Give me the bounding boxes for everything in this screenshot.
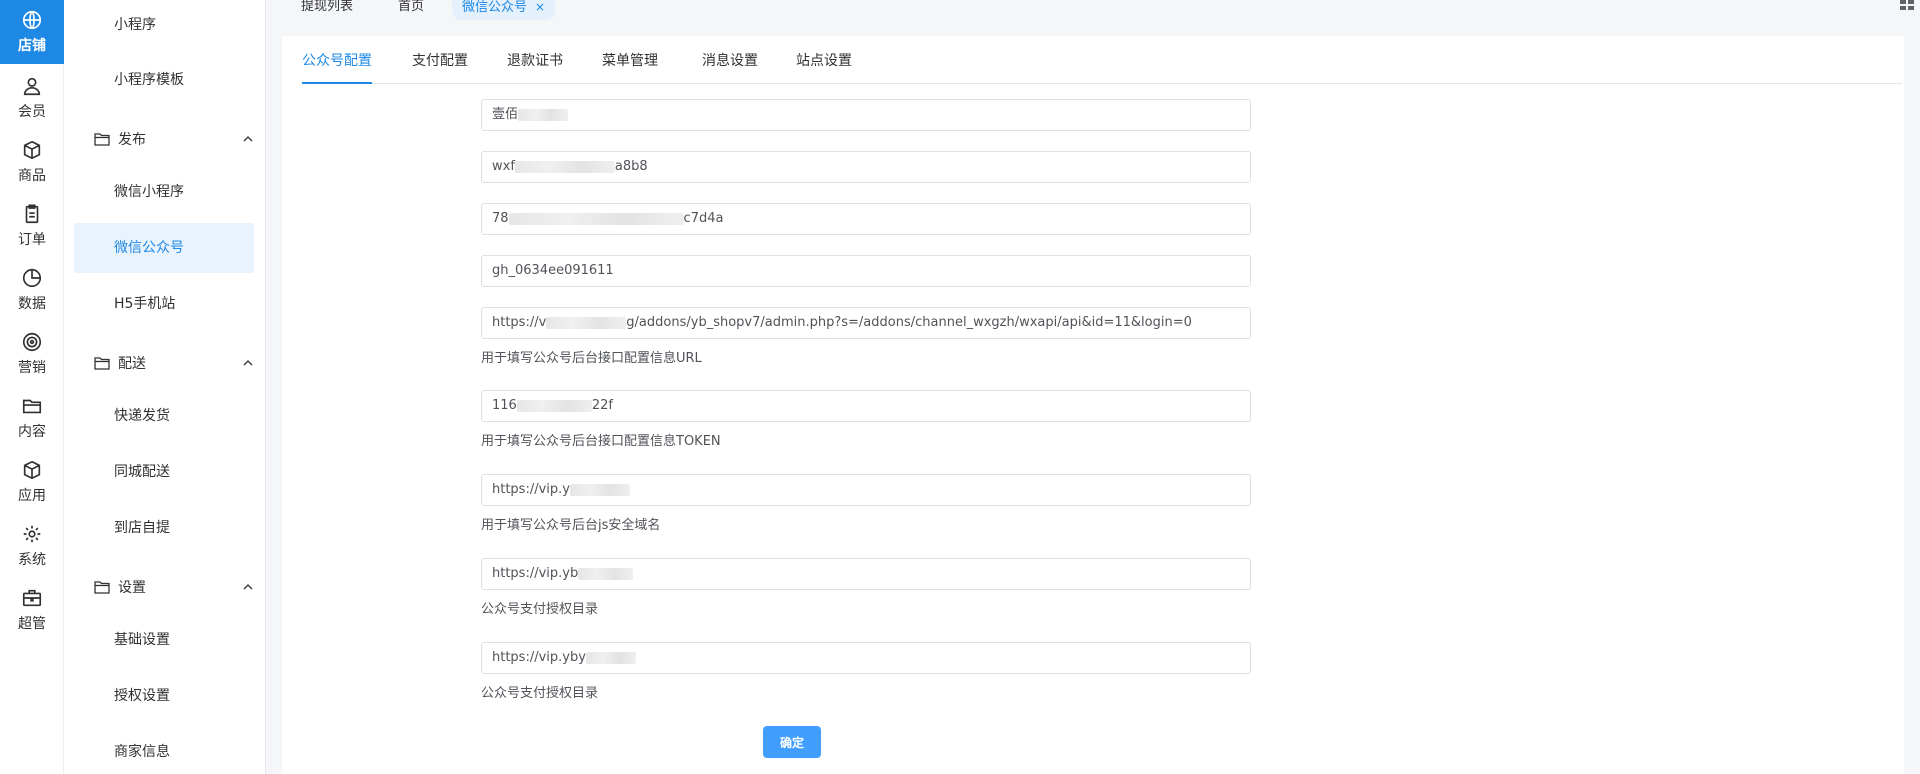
folder-icon	[94, 133, 110, 146]
page-tabs: 提现列表 首页 微信公众号 ×	[266, 0, 1920, 20]
rail-label: 内容	[18, 424, 46, 440]
grid-icon[interactable]	[1900, 0, 1914, 10]
gear-icon	[23, 525, 41, 543]
js-domain-input[interactable]	[481, 474, 1251, 506]
tab-label: 微信公众号	[462, 0, 528, 15]
rail-label: 应用	[18, 488, 46, 504]
subnav-group-publish[interactable]: 发布	[94, 119, 265, 159]
rail-item-content[interactable]: 内容	[0, 386, 64, 450]
folder-icon	[22, 399, 42, 414]
pay-dir-android-help: 公众号支付授权目录	[481, 602, 599, 617]
app-rail: 店铺 会员 商品 订单 数据 营销 内容 应用 系统 超管	[0, 0, 64, 774]
rail-label: 店铺	[18, 38, 46, 54]
box-icon	[23, 140, 41, 160]
folder-icon	[94, 581, 110, 594]
config-tabs: 公众号配置 支付配置 退款证书 菜单管理 消息设置 站点设置	[302, 48, 1902, 84]
appid-input[interactable]	[481, 151, 1251, 183]
rail-label: 超管	[18, 616, 46, 632]
subnav-item-wechat-mini[interactable]: 微信小程序	[74, 167, 254, 217]
rail-item-data[interactable]: 数据	[0, 258, 64, 322]
subnav-item-mini-program[interactable]: 小程序	[74, 0, 254, 50]
chevron-up-icon	[243, 584, 253, 590]
rail-item-superadmin[interactable]: 超管	[0, 578, 64, 642]
chevron-up-icon	[243, 136, 253, 142]
subnav-item-basic-settings[interactable]: 基础设置	[74, 615, 254, 665]
store-icon	[22, 10, 42, 30]
subnav-item-merchant-info[interactable]: 商家信息	[74, 727, 254, 774]
rail-item-orders[interactable]: 订单	[0, 194, 64, 258]
rail-item-apps[interactable]: 应用	[0, 450, 64, 514]
api-url-help: 用于填写公众号后台接口配置信息URL	[481, 351, 702, 366]
rail-label: 商品	[18, 168, 46, 184]
rail-label: 会员	[18, 104, 46, 120]
subnav-item-mini-program-template[interactable]: 小程序模板	[74, 55, 254, 105]
app-secret-input[interactable]	[481, 203, 1251, 235]
js-domain-help: 用于填写公众号后台js安全域名	[481, 518, 661, 533]
target-icon	[22, 332, 42, 352]
tab-site-settings[interactable]: 站点设置	[796, 48, 852, 84]
subnav-item-express[interactable]: 快递发货	[74, 391, 254, 441]
tab-label: 提现列表	[301, 0, 354, 14]
rail-label: 订单	[18, 232, 46, 248]
user-icon	[23, 77, 41, 96]
tab-menu-manage[interactable]: 菜单管理	[602, 48, 658, 84]
toolbox-icon	[22, 589, 42, 607]
subnav-item-city-delivery[interactable]: 同城配送	[74, 447, 254, 497]
sub-sidebar: 小程序 小程序模板 发布 微信小程序 微信公众号 H5手机站 配送 快递发货 同…	[64, 0, 266, 774]
clipboard-icon	[25, 204, 39, 224]
pay-dir-iphone-help: 公众号支付授权目录	[481, 686, 599, 701]
rail-item-store[interactable]: 店铺	[0, 0, 64, 64]
subnav-group-settings[interactable]: 设置	[94, 567, 265, 607]
subnav-item-h5-site[interactable]: H5手机站	[74, 279, 254, 329]
cube-icon	[23, 460, 41, 480]
api-url-input[interactable]	[481, 307, 1251, 339]
account-name-input[interactable]	[481, 99, 1251, 131]
original-id-input[interactable]	[481, 255, 1251, 287]
tab-message-settings[interactable]: 消息设置	[702, 48, 758, 84]
page-tab-home[interactable]: 首页	[388, 0, 434, 20]
tab-label: 首页	[398, 0, 425, 14]
page-tab-withdraw-list[interactable]: 提现列表	[291, 0, 363, 20]
subnav-group-delivery[interactable]: 配送	[94, 343, 265, 383]
tab-refund-cert[interactable]: 退款证书	[507, 48, 563, 84]
tab-official-config[interactable]: 公众号配置	[302, 48, 372, 84]
group-label: 配送	[118, 356, 146, 372]
rail-label: 营销	[18, 360, 46, 376]
chevron-up-icon	[243, 360, 253, 366]
group-label: 设置	[118, 580, 146, 596]
token-help: 用于填写公众号后台接口配置信息TOKEN	[481, 434, 721, 449]
token-input[interactable]	[481, 390, 1251, 422]
close-icon[interactable]: ×	[535, 0, 545, 14]
pie-chart-icon	[22, 268, 42, 288]
group-label: 发布	[118, 132, 146, 148]
submit-button[interactable]: 确定	[763, 726, 821, 758]
subnav-item-wechat-official[interactable]: 微信公众号	[74, 223, 254, 273]
main-card: 公众号配置 支付配置 退款证书 菜单管理 消息设置 站点设置 公众号名称壹佰AP…	[282, 36, 1904, 774]
rail-item-goods[interactable]: 商品	[0, 130, 64, 194]
pay-dir-android-input[interactable]	[481, 558, 1251, 590]
rail-label: 系统	[18, 552, 46, 568]
pay-dir-iphone-input[interactable]	[481, 642, 1251, 674]
rail-label: 数据	[18, 296, 46, 312]
subnav-item-auth-settings[interactable]: 授权设置	[74, 671, 254, 721]
rail-item-marketing[interactable]: 营销	[0, 322, 64, 386]
tab-payment-config[interactable]: 支付配置	[412, 48, 468, 84]
rail-item-system[interactable]: 系统	[0, 514, 64, 578]
folder-icon	[94, 357, 110, 370]
subnav-item-self-pickup[interactable]: 到店自提	[74, 503, 254, 553]
rail-item-member[interactable]: 会员	[0, 66, 64, 130]
page-tab-wechat-official[interactable]: 微信公众号 ×	[452, 0, 556, 20]
